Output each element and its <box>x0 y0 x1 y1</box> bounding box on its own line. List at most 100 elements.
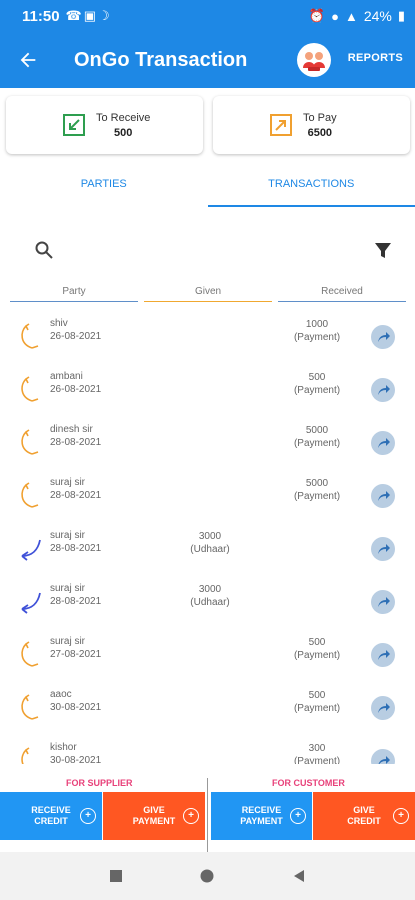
party-name: suraj sir <box>50 636 86 647</box>
battery-level: 24% <box>363 8 392 24</box>
received-type: (Payment) <box>293 703 341 714</box>
incoming-arrow-icon <box>21 592 41 614</box>
received-amount: 5000 (Payment) <box>285 424 349 450</box>
search-icon[interactable] <box>34 240 54 260</box>
share-button[interactable] <box>371 696 395 720</box>
column-party: Party <box>10 286 138 302</box>
for-customer-label: FOR CUSTOMER <box>272 778 345 788</box>
transaction-date: 26-08-2021 <box>50 384 102 395</box>
incoming-arrow-icon <box>21 539 41 561</box>
transaction-list[interactable]: shiv 26-08-2021 1000 (Payment) ambani 26-08-2… <box>0 312 415 764</box>
back-arrow-icon <box>20 52 36 68</box>
transaction-row[interactable]: aaoc 30-08-2021 500 (Payment) <box>0 683 415 736</box>
received-value: 500 <box>308 372 326 383</box>
share-arrow-icon <box>378 332 390 342</box>
recents-icon[interactable] <box>109 869 123 883</box>
people-icon <box>303 52 325 71</box>
received-type: (Payment) <box>293 332 341 343</box>
to-pay-value: 6500 <box>307 126 333 139</box>
add-circle-icon: + <box>393 808 409 824</box>
received-amount: 5000 (Payment) <box>285 477 349 503</box>
party-name: shiv <box>50 318 68 329</box>
share-button[interactable] <box>371 643 395 667</box>
receive-credit-label: RECEIVE CREDIT <box>31 805 71 826</box>
system-nav-bar <box>0 852 415 900</box>
received-value: 500 <box>308 690 326 701</box>
give-credit-label: GIVE CREDIT <box>347 805 381 826</box>
party-name: dinesh sir <box>50 424 93 435</box>
outgoing-arrow-icon <box>21 747 30 764</box>
column-received: Received <box>278 286 406 302</box>
transaction-row[interactable]: suraj sir 28-08-2021 3000 (Udhaar) <box>0 577 415 630</box>
transaction-date: 30-08-2021 <box>50 702 102 713</box>
received-value: 1000 <box>305 319 329 330</box>
given-amount: 3000 (Udhaar) <box>180 583 240 609</box>
receive-credit-button[interactable]: RECEIVE CREDIT + <box>0 792 102 840</box>
given-type: (Udhaar) <box>190 544 230 555</box>
transaction-date: 26-08-2021 <box>50 331 102 342</box>
party-name: ambani <box>50 371 83 382</box>
location-icon: ● <box>331 8 339 24</box>
transaction-row[interactable]: dinesh sir 28-08-2021 5000 (Payment) <box>0 418 415 471</box>
received-type: (Payment) <box>293 385 341 396</box>
party-name: aaoc <box>50 689 72 700</box>
transaction-date: 28-08-2021 <box>50 490 102 501</box>
action-buttons: RECEIVE CREDIT + GIVE PAYMENT + RECEIVE … <box>0 792 415 840</box>
receive-payment-label: RECEIVE PAYMENT <box>240 805 283 826</box>
share-arrow-icon <box>378 650 390 660</box>
back-button[interactable] <box>0 32 56 88</box>
transaction-row[interactable]: kishor 30-08-2021 300 (Payment) <box>0 736 415 764</box>
reports-button[interactable]: REPORTS <box>348 52 403 64</box>
transaction-row[interactable]: suraj sir 28-08-2021 5000 (Payment) <box>0 471 415 524</box>
share-arrow-icon <box>378 756 390 764</box>
share-button[interactable] <box>371 431 395 455</box>
given-value: 3000 <box>198 584 222 595</box>
transaction-row[interactable]: suraj sir 28-08-2021 3000 (Udhaar) <box>0 524 415 577</box>
transaction-row[interactable]: shiv 26-08-2021 1000 (Payment) <box>0 312 415 365</box>
share-button[interactable] <box>371 378 395 402</box>
party-name: suraj sir <box>50 530 86 541</box>
to-receive-value: 500 <box>114 126 133 139</box>
received-type: (Payment) <box>293 491 341 502</box>
alarm-icon: ⏰ <box>308 8 326 23</box>
notification-icons: ☎▣☽ <box>65 8 112 23</box>
received-type: (Payment) <box>293 650 341 661</box>
share-button[interactable] <box>371 590 395 614</box>
status-time: 11:50 <box>22 7 60 25</box>
received-value: 5000 <box>305 478 329 489</box>
share-button[interactable] <box>371 537 395 561</box>
home-icon[interactable] <box>200 869 214 883</box>
given-type: (Udhaar) <box>190 597 230 608</box>
page-title: OnGo Transaction <box>74 48 248 71</box>
column-headers: Party Given Received <box>10 286 406 302</box>
app-bar: OnGo Transaction REPORTS <box>0 32 415 88</box>
give-payment-label: GIVE PAYMENT <box>132 805 176 826</box>
share-arrow-icon <box>378 544 390 554</box>
transaction-date: 27-08-2021 <box>50 649 102 660</box>
outgoing-arrow-icon <box>21 376 39 402</box>
share-button[interactable] <box>371 484 395 508</box>
tab-transactions[interactable]: TRANSACTIONS <box>207 168 415 208</box>
to-pay-card[interactable]: To Pay 6500 <box>213 96 410 154</box>
to-receive-card[interactable]: To Receive 500 <box>6 96 203 154</box>
to-pay-label: To Pay <box>303 111 337 124</box>
balance-summary: To Receive 500 To Pay 6500 <box>6 96 410 154</box>
share-arrow-icon <box>378 385 390 395</box>
brand-logo[interactable] <box>297 43 331 77</box>
give-credit-button[interactable]: GIVE CREDIT + <box>313 792 415 840</box>
transaction-row[interactable]: suraj sir 27-08-2021 500 (Payment) <box>0 630 415 683</box>
back-icon[interactable] <box>292 869 306 883</box>
party-name: suraj sir <box>50 583 86 594</box>
pay-arrow-icon <box>270 114 292 136</box>
share-button[interactable] <box>371 749 395 764</box>
share-arrow-icon <box>378 491 390 501</box>
receive-payment-button[interactable]: RECEIVE PAYMENT + <box>211 792 312 840</box>
transaction-date: 28-08-2021 <box>50 437 102 448</box>
transaction-row[interactable]: ambani 26-08-2021 500 (Payment) <box>0 365 415 418</box>
give-payment-button[interactable]: GIVE PAYMENT + <box>103 792 205 840</box>
share-button[interactable] <box>371 325 395 349</box>
filter-icon[interactable] <box>374 242 392 260</box>
search-filter-row <box>0 236 415 266</box>
party-name: suraj sir <box>50 477 86 488</box>
tab-parties[interactable]: PARTIES <box>0 168 208 208</box>
